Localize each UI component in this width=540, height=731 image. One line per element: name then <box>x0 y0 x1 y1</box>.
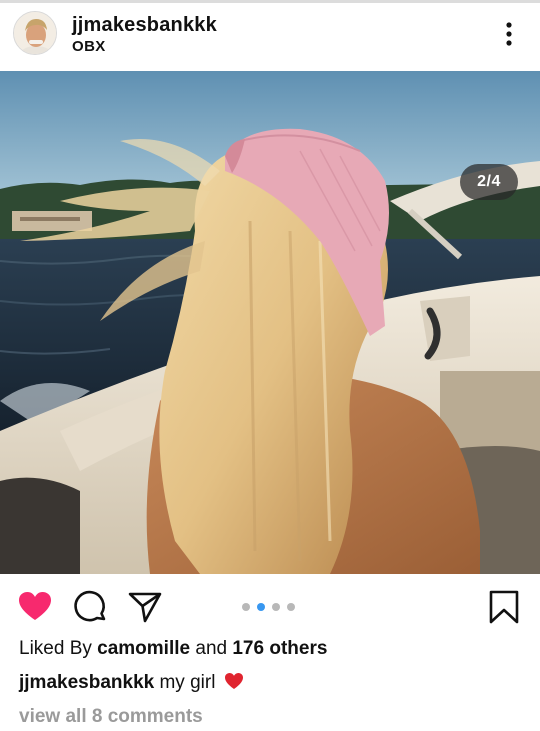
carousel-dot <box>272 603 280 611</box>
red-heart-emoji <box>224 672 244 696</box>
comment-icon[interactable] <box>73 589 109 625</box>
image-counter-badge: 2/4 <box>460 164 518 200</box>
liker-username[interactable]: camomille <box>97 638 190 659</box>
likes-conjunction: and <box>195 638 228 659</box>
post-caption: jjmakesbankkk my girl <box>19 672 244 696</box>
post-actions <box>0 585 540 629</box>
caption-text: my girl <box>159 672 216 693</box>
more-options-icon[interactable] <box>492 17 526 51</box>
post-header: jjmakesbankkk OBX <box>0 3 540 71</box>
likes-prefix: Liked By <box>19 638 92 659</box>
post-username[interactable]: jjmakesbankkk <box>72 14 217 37</box>
likes-others[interactable]: 176 others <box>232 638 327 659</box>
bookmark-icon[interactable] <box>486 589 522 625</box>
share-icon[interactable] <box>127 589 163 625</box>
heart-icon[interactable] <box>17 589 53 625</box>
carousel-indicator <box>242 603 302 611</box>
post-photo[interactable]: 2/4 <box>0 71 540 574</box>
carousel-dot-active <box>257 603 265 611</box>
post-location[interactable]: OBX <box>72 38 106 55</box>
carousel-dot <box>242 603 250 611</box>
caption-username[interactable]: jjmakesbankkk <box>19 672 154 693</box>
view-comments-link[interactable]: view all 8 comments <box>19 706 203 728</box>
carousel-dot <box>287 603 295 611</box>
avatar[interactable] <box>13 11 57 55</box>
likes-summary: Liked By camomille and 176 others <box>19 638 327 660</box>
